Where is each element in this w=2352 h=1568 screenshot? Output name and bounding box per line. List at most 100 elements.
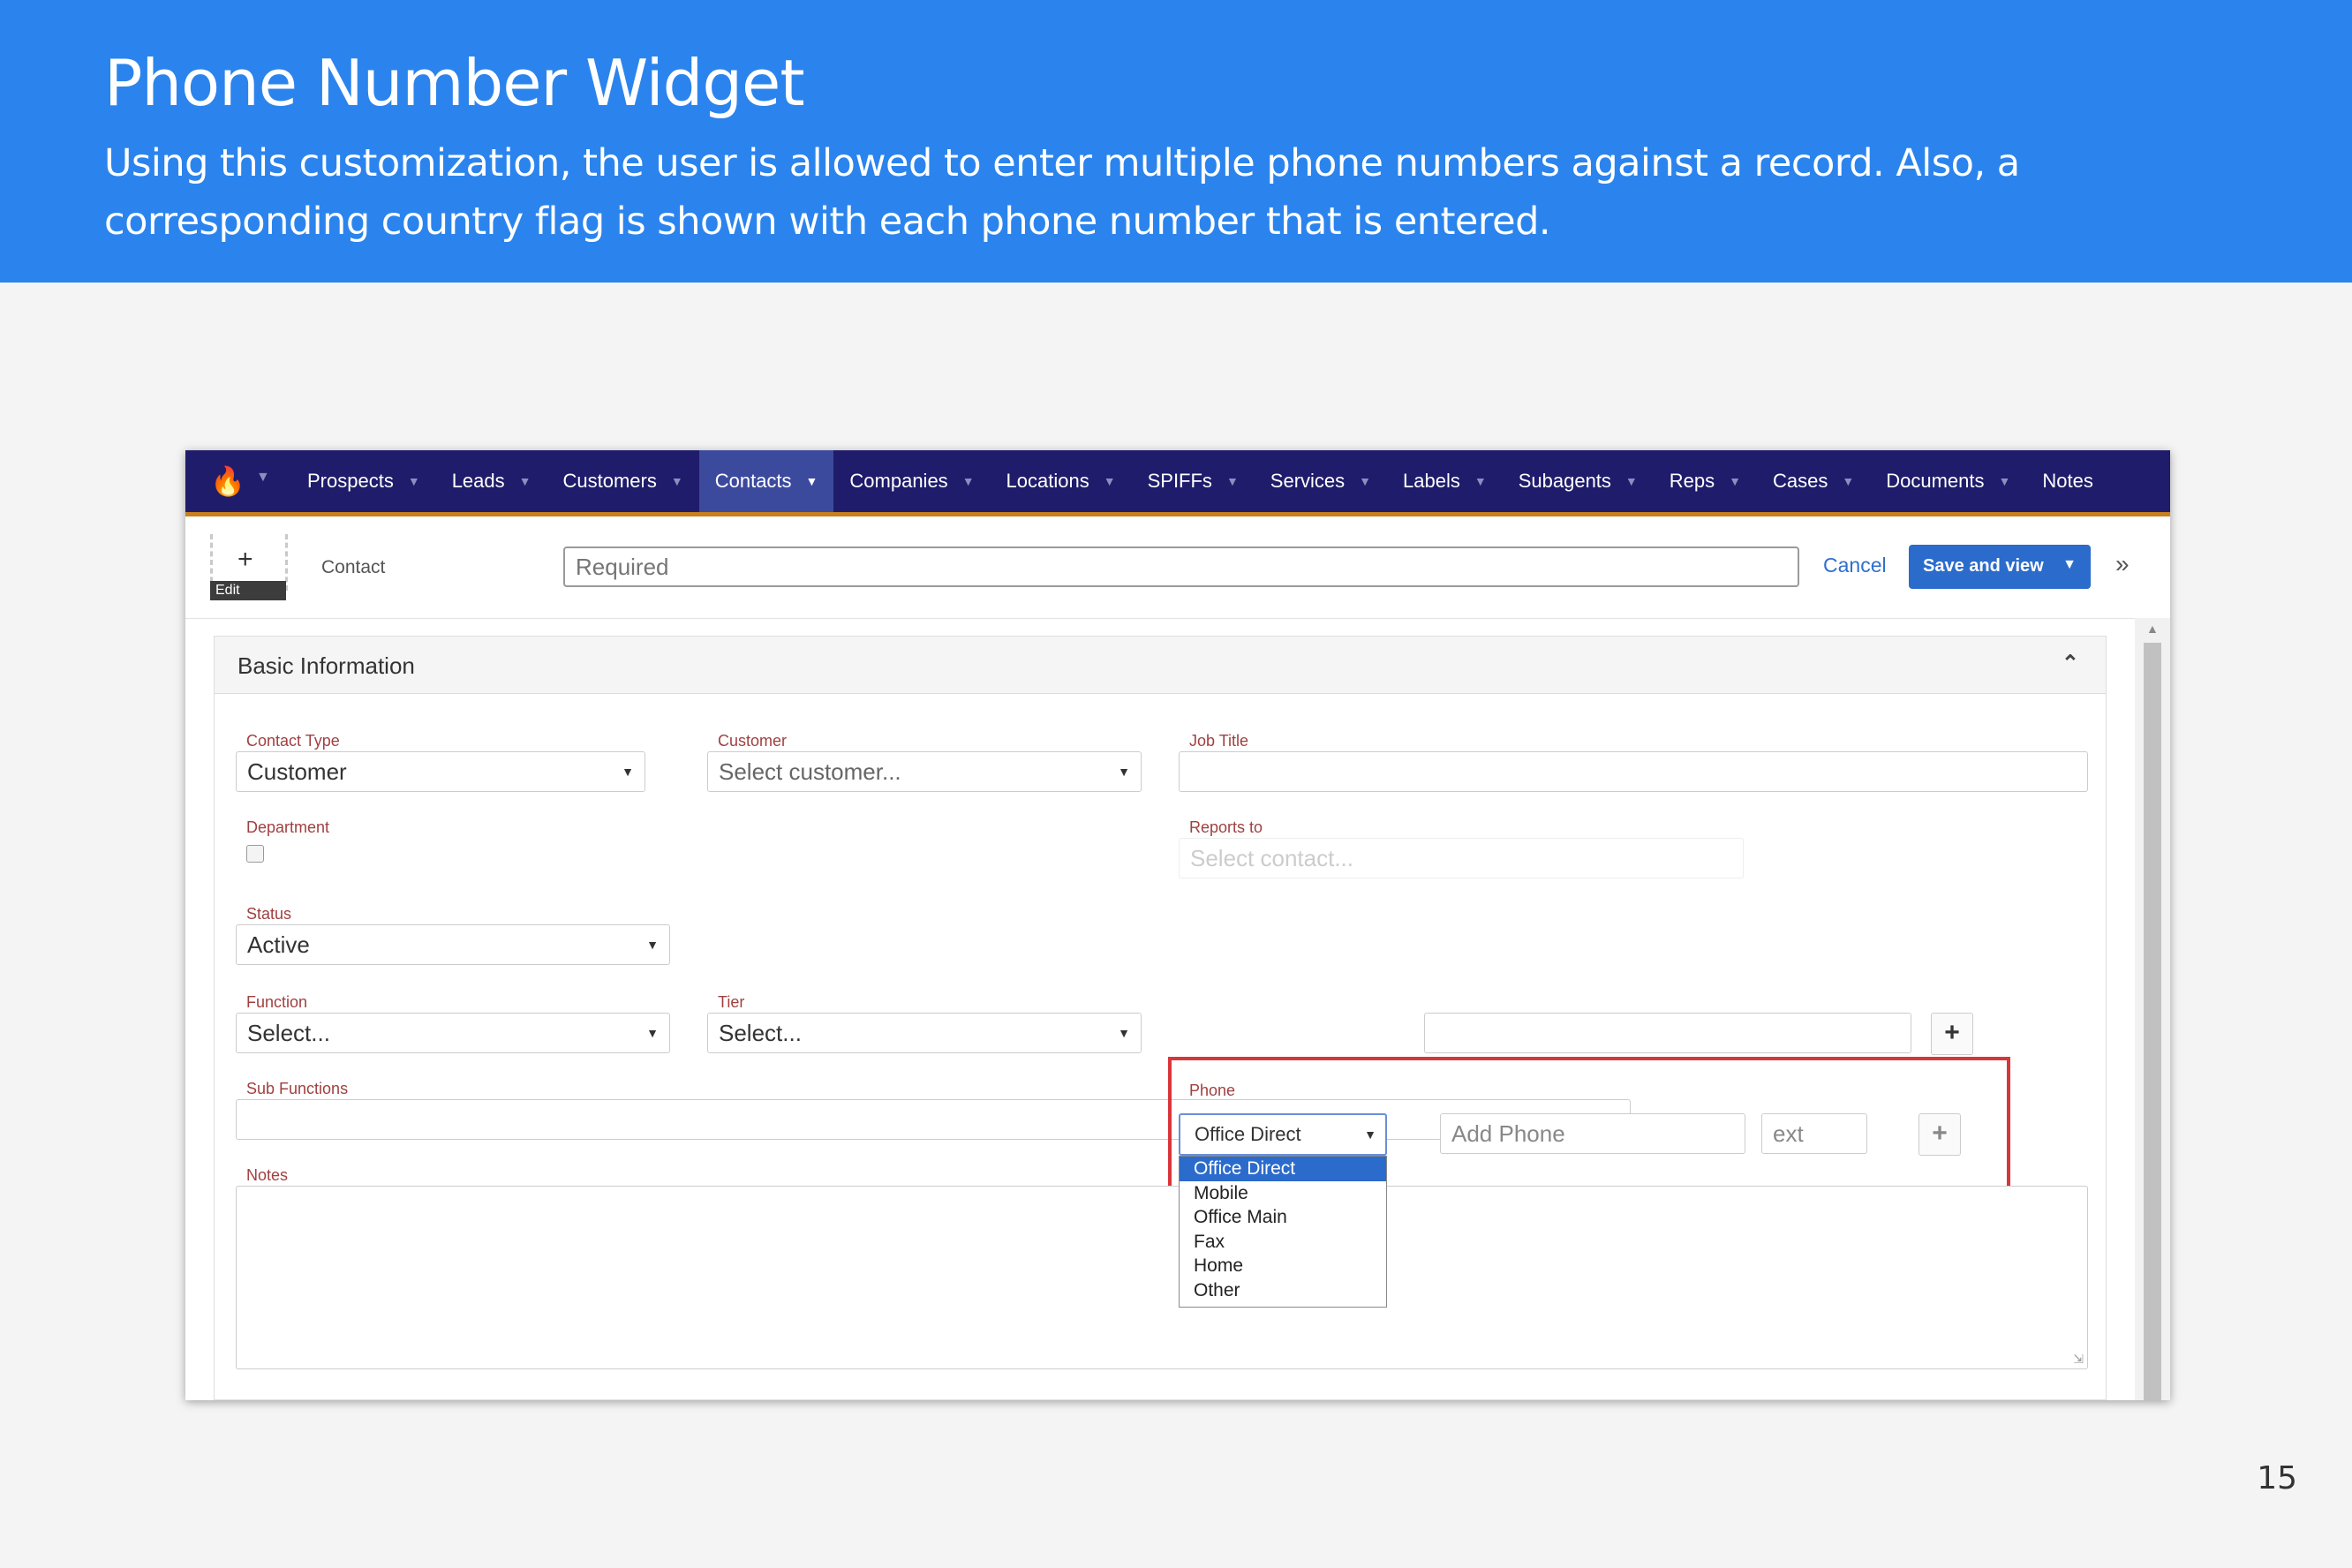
customer-label: Customer — [718, 732, 788, 750]
phone-type-option[interactable]: Other — [1180, 1278, 1386, 1303]
flame-logo-icon[interactable]: 🔥 — [210, 466, 245, 496]
contact-type-select[interactable]: Customer ▼ — [236, 751, 645, 792]
nav-item-prospects[interactable]: Prospects ▼ — [291, 450, 436, 512]
chevron-down-icon: ▼ — [805, 474, 818, 488]
chevron-down-icon: ▼ — [1364, 1127, 1376, 1142]
department-checkbox[interactable] — [246, 845, 264, 863]
nav-item-label: Subagents — [1518, 470, 1611, 492]
contact-type-value: Customer — [247, 758, 347, 785]
nav-item-label: Customers — [562, 470, 657, 492]
chevron-down-icon: ▼ — [622, 765, 634, 779]
nav-item-labels[interactable]: Labels ▼ — [1387, 450, 1503, 512]
function-select[interactable]: Select... ▼ — [236, 1013, 670, 1053]
nav-item-services[interactable]: Services ▼ — [1255, 450, 1387, 512]
slide-title: Phone Number Widget — [104, 46, 805, 120]
nav-item-companies[interactable]: Companies ▼ — [833, 450, 990, 512]
phone-label: Phone — [1189, 1082, 1236, 1099]
chevron-down-icon: ▼ — [1118, 765, 1130, 779]
department-label: Department — [246, 818, 330, 836]
job-title-label: Job Title — [1189, 732, 1249, 750]
nav-item-locations[interactable]: Locations ▼ — [991, 450, 1132, 512]
nav-item-label: Documents — [1886, 470, 1985, 492]
page-number: 15 — [2257, 1460, 2297, 1496]
nav-item-label: Services — [1270, 470, 1346, 492]
resize-grip-icon[interactable]: ⇲ — [2073, 1352, 2084, 1367]
chevron-down-icon: ▼ — [1625, 474, 1638, 488]
phone-type-value: Office Direct — [1195, 1123, 1301, 1145]
nav-item-label: Prospects — [307, 470, 394, 492]
tier-label: Tier — [718, 993, 745, 1011]
nav-item-leads[interactable]: Leads ▼ — [436, 450, 547, 512]
slide-header: Phone Number Widget Using this customiza… — [0, 0, 2352, 283]
nav-item-label: Leads — [451, 470, 505, 492]
reports-to-label: Reports to — [1189, 818, 1263, 836]
customer-select[interactable]: Select customer... ▼ — [707, 751, 1142, 792]
status-value: Active — [247, 931, 310, 958]
nav-item-label: Labels — [1403, 470, 1460, 492]
chevron-down-icon[interactable]: ▼ — [256, 470, 270, 486]
nav-item-subagents[interactable]: Subagents ▼ — [1503, 450, 1654, 512]
nav-item-label: Companies — [849, 470, 948, 492]
nav-item-contacts[interactable]: Contacts ▼ — [698, 450, 834, 512]
phone-type-options: Office Direct Mobile Office Main Fax Home Oth… — [1179, 1156, 1387, 1308]
nav-item-notes[interactable]: Notes — [2026, 450, 2108, 512]
panel-header[interactable]: Basic Information ⌃ — [215, 637, 2106, 694]
chevron-down-icon: ▼ — [1474, 474, 1487, 488]
phone-type-select[interactable]: Office Direct ▼ — [1179, 1113, 1387, 1156]
phone-type-option[interactable]: Fax — [1180, 1230, 1386, 1255]
chevron-down-icon: ▼ — [646, 938, 659, 952]
nav-menu: Prospects ▼ Leads ▼ Customers ▼ Contacts ▼ Compa… — [291, 450, 2109, 512]
function-label: Function — [246, 993, 308, 1011]
status-select[interactable]: Active ▼ — [236, 924, 670, 965]
tier-select[interactable]: Select... ▼ — [707, 1013, 1142, 1053]
notes-textarea[interactable]: ⇲ — [236, 1186, 2088, 1369]
cancel-button[interactable]: Cancel — [1823, 554, 1887, 577]
nav-item-documents[interactable]: Documents ▼ — [1870, 450, 2026, 512]
vertical-scrollbar[interactable]: ▲ — [2135, 618, 2170, 1400]
phone-number-input[interactable]: Add Phone — [1440, 1113, 1745, 1154]
scroll-thumb[interactable] — [2144, 643, 2161, 1400]
phone-ext-input[interactable]: ext — [1761, 1113, 1867, 1154]
chevron-down-icon: ▼ — [1998, 474, 2011, 488]
chevron-up-icon[interactable]: ⌃ — [2062, 651, 2079, 676]
chevron-down-icon: ▼ — [1729, 474, 1741, 488]
reports-to-select[interactable]: Select contact... — [1179, 838, 1744, 878]
nav-item-customers[interactable]: Customers ▼ — [547, 450, 699, 512]
status-label: Status — [246, 905, 292, 923]
chevron-down-icon: ▼ — [407, 474, 420, 488]
chevron-down-icon: ▼ — [1103, 474, 1116, 488]
phone-type-option[interactable]: Office Main — [1180, 1205, 1386, 1230]
contact-name-input[interactable] — [563, 547, 1799, 587]
phone-type-option[interactable]: Office Direct — [1180, 1157, 1386, 1181]
double-chevron-right-icon[interactable]: » — [2115, 550, 2130, 578]
job-title-input[interactable] — [1179, 751, 2088, 792]
nav-item-label: Reps — [1669, 470, 1715, 492]
nav-item-label: Locations — [1006, 470, 1089, 492]
add-phone-button-2[interactable]: + — [1931, 1013, 1973, 1055]
phone-number-input-2[interactable] — [1424, 1013, 1911, 1053]
phone-type-option[interactable]: Home — [1180, 1254, 1386, 1278]
nav-item-reps[interactable]: Reps ▼ — [1654, 450, 1757, 512]
phone-type-option[interactable]: Mobile — [1180, 1181, 1386, 1206]
scroll-up-icon[interactable]: ▲ — [2146, 622, 2159, 636]
record-toolbar: + Edit Contact Cancel Save and view ▼ » — [185, 516, 2170, 619]
add-phone-button[interactable]: + — [1919, 1113, 1961, 1156]
sub-functions-label: Sub Functions — [246, 1080, 349, 1097]
chevron-down-icon: ▼ — [1842, 474, 1855, 488]
notes-label: Notes — [246, 1166, 289, 1184]
nav-item-label: Cases — [1773, 470, 1828, 492]
nav-item-label: Notes — [2042, 470, 2093, 492]
nav-item-cases[interactable]: Cases ▼ — [1757, 450, 1870, 512]
chevron-down-icon: ▼ — [961, 474, 975, 488]
record-type-label: Contact — [321, 557, 386, 577]
chevron-down-icon: ▼ — [646, 1026, 659, 1040]
chevron-down-icon: ▼ — [1225, 474, 1239, 488]
customer-value: Select customer... — [719, 758, 901, 785]
chevron-down-icon[interactable]: ▼ — [2062, 557, 2077, 573]
save-and-view-button[interactable]: Save and view ▼ — [1909, 545, 2091, 589]
chevron-down-icon: ▼ — [1359, 474, 1372, 488]
edit-avatar-button[interactable]: Edit — [210, 581, 286, 600]
nav-item-spiffs[interactable]: SPIFFs ▼ — [1132, 450, 1255, 512]
app-screenshot: 🔥 ▼ Prospects ▼ Leads ▼ Customers ▼ Contacts ▼ C… — [185, 450, 2170, 1400]
chevron-down-icon: ▼ — [670, 474, 683, 488]
